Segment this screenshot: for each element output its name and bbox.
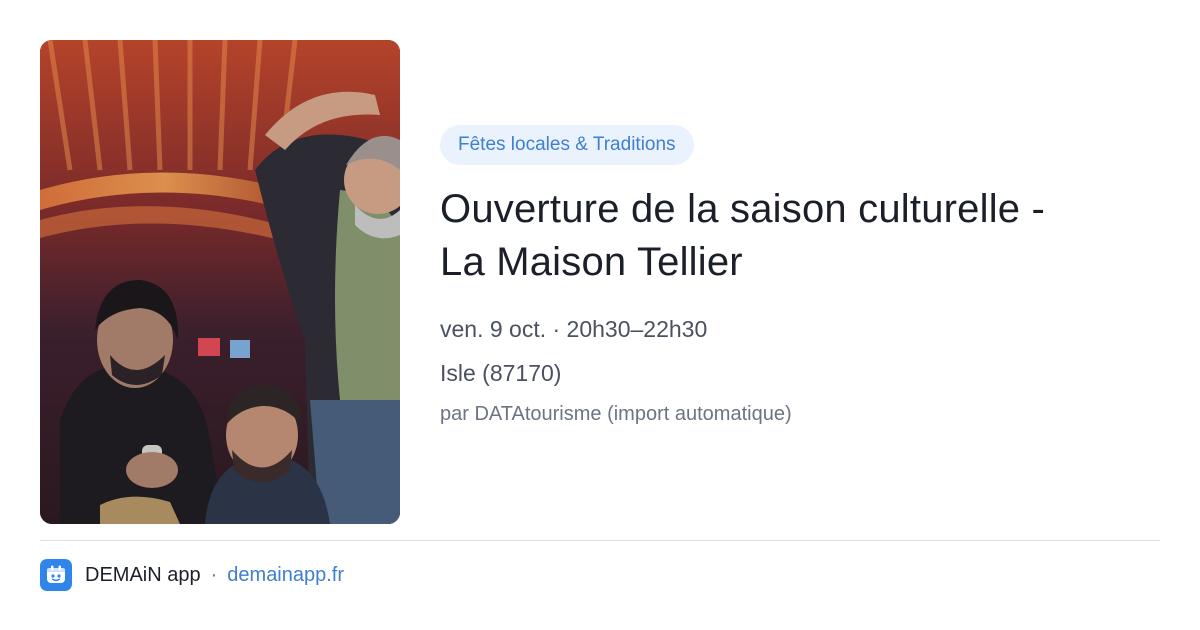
event-photo-illustration [40,40,400,524]
event-title-line-2: La Maison Tellier [440,240,743,284]
footer: DEMAiN app · demainapp.fr [40,558,344,592]
event-photo [40,40,400,524]
event-datetime: ven. 9 oct. · 20h30–22h30 [440,316,708,342]
event-title-line-1: Ouverture de la saison culturelle - [440,187,1046,231]
event-share-card: Fêtes locales & Traditions Ouverture de … [0,0,1200,630]
category-badge[interactable]: Fêtes locales & Traditions [440,125,694,165]
event-source: par DATAtourisme (import automatique) [440,403,792,425]
event-title[interactable]: Ouverture de la saison culturelle - La M… [440,183,1160,289]
footer-separator: · [210,563,218,586]
app-name: DEMAiN app [85,563,201,586]
footer-divider [40,540,1160,541]
demain-app-icon [40,559,72,591]
event-details: Fêtes locales & Traditions Ouverture de … [440,125,1160,428]
website-link[interactable]: demainapp.fr [227,564,344,587]
event-location: Isle (87170) [440,360,562,386]
